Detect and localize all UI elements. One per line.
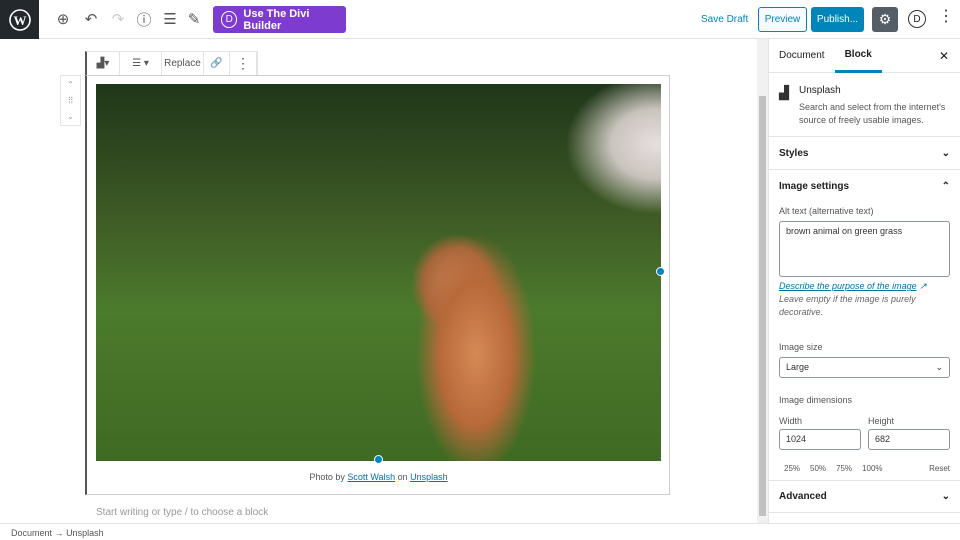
settings-sidebar: Document Block ✕ ▟ Unsplash Search and s… [768, 39, 960, 523]
external-link-icon: ↗ [916, 281, 927, 291]
drag-handle-icon[interactable]: ⠿ [68, 96, 74, 105]
author-link[interactable]: Scott Walsh [347, 472, 395, 482]
reset-button[interactable]: Reset [929, 464, 950, 473]
undo-icon[interactable]: ↶ [82, 10, 100, 28]
settings-gear-icon[interactable]: ⚙ [872, 7, 898, 32]
describe-purpose-link[interactable]: Describe the purpose of the image [779, 281, 917, 291]
scale-75-button[interactable]: 75% [836, 464, 852, 473]
block-mover: ⌃ ⠿ ⌄ [60, 75, 81, 126]
block-placeholder[interactable]: Start writing or type / to choose a bloc… [96, 507, 268, 518]
image-size-label: Image size [779, 342, 823, 352]
scale-100-button[interactable]: 100% [862, 464, 882, 473]
advanced-panel-toggle[interactable]: Advanced ⌄ [769, 480, 960, 513]
dimensions-label: Image dimensions [779, 395, 853, 405]
scale-50-button[interactable]: 50% [810, 464, 826, 473]
more-icon[interactable]: ⋮ [230, 52, 257, 75]
alt-text-input[interactable]: brown animal on green grass [779, 221, 950, 277]
resize-handle-right[interactable] [656, 267, 665, 276]
scrollbar-thumb[interactable] [759, 96, 766, 516]
block-type-switcher[interactable]: ▟▾ [87, 52, 120, 75]
divi-builder-button[interactable]: D Use The Divi Builder [213, 6, 346, 33]
chevron-down-icon: ⌄ [941, 491, 950, 502]
move-down-icon[interactable]: ⌄ [67, 112, 74, 121]
image-caption[interactable]: Photo by Scott Walsh on Unsplash [96, 472, 661, 482]
publish-button[interactable]: Publish... [811, 7, 864, 32]
tab-document[interactable]: Document [769, 39, 835, 73]
wordpress-logo-button[interactable]: W [0, 0, 39, 39]
unsplash-link[interactable]: Unsplash [410, 472, 448, 482]
block-description: Search and select from the internet's so… [799, 102, 946, 125]
divi-circle-button[interactable]: D [908, 10, 926, 28]
resize-handle-bottom[interactable] [374, 455, 383, 464]
breadcrumb-unsplash[interactable]: Unsplash [66, 528, 104, 538]
unsplash-icon: ▟ [779, 85, 789, 100]
alt-text-label: Alt text (alternative text) [779, 206, 874, 216]
replace-button[interactable]: Replace [162, 52, 204, 75]
preview-button[interactable]: Preview [758, 7, 807, 32]
chevron-down-icon: ⌄ [941, 147, 950, 159]
breadcrumb: Document → Unsplash [0, 523, 960, 540]
width-label: Width [779, 416, 803, 426]
block-toolbar: ▟▾ ☰ ▾ Replace 🔗 ⋮ [85, 51, 258, 76]
wordpress-icon: W [8, 8, 31, 31]
width-input[interactable]: 1024 [779, 429, 861, 450]
breadcrumb-document[interactable]: Document [11, 528, 52, 538]
align-dropdown[interactable]: ☰ ▾ [120, 52, 162, 75]
close-icon[interactable]: ✕ [939, 49, 949, 63]
divi-icon: D [221, 11, 238, 28]
more-options-icon[interactable]: ⋮ [938, 9, 954, 25]
edit-icon[interactable]: ✎ [185, 10, 203, 28]
height-label: Height [868, 416, 895, 426]
svg-text:W: W [13, 13, 26, 28]
move-up-icon[interactable]: ⌃ [67, 80, 74, 89]
divi-label: Use The Divi Builder [243, 7, 310, 32]
styles-panel-toggle[interactable]: Styles ⌄ [769, 136, 960, 169]
redo-icon[interactable]: ↷ [109, 10, 127, 28]
add-block-icon[interactable]: ⊕ [54, 10, 72, 28]
block-name: Unsplash [799, 85, 841, 96]
image-settings-toggle[interactable]: Image settings ⌃ [769, 169, 960, 202]
fox-image[interactable] [96, 84, 661, 461]
chevron-down-icon: ⌄ [935, 362, 943, 372]
height-input[interactable]: 682 [868, 429, 950, 450]
link-icon[interactable]: 🔗 [204, 52, 230, 75]
outline-icon[interactable]: ☰ [161, 10, 179, 28]
info-icon[interactable]: ⓘ [135, 10, 153, 29]
scale-25-button[interactable]: 25% [784, 464, 800, 473]
tab-block[interactable]: Block [834, 39, 882, 73]
chevron-up-icon: ⌃ [941, 180, 950, 192]
save-draft-button[interactable]: Save Draft [701, 14, 748, 25]
image-size-select[interactable]: Large ⌄ [779, 357, 950, 378]
